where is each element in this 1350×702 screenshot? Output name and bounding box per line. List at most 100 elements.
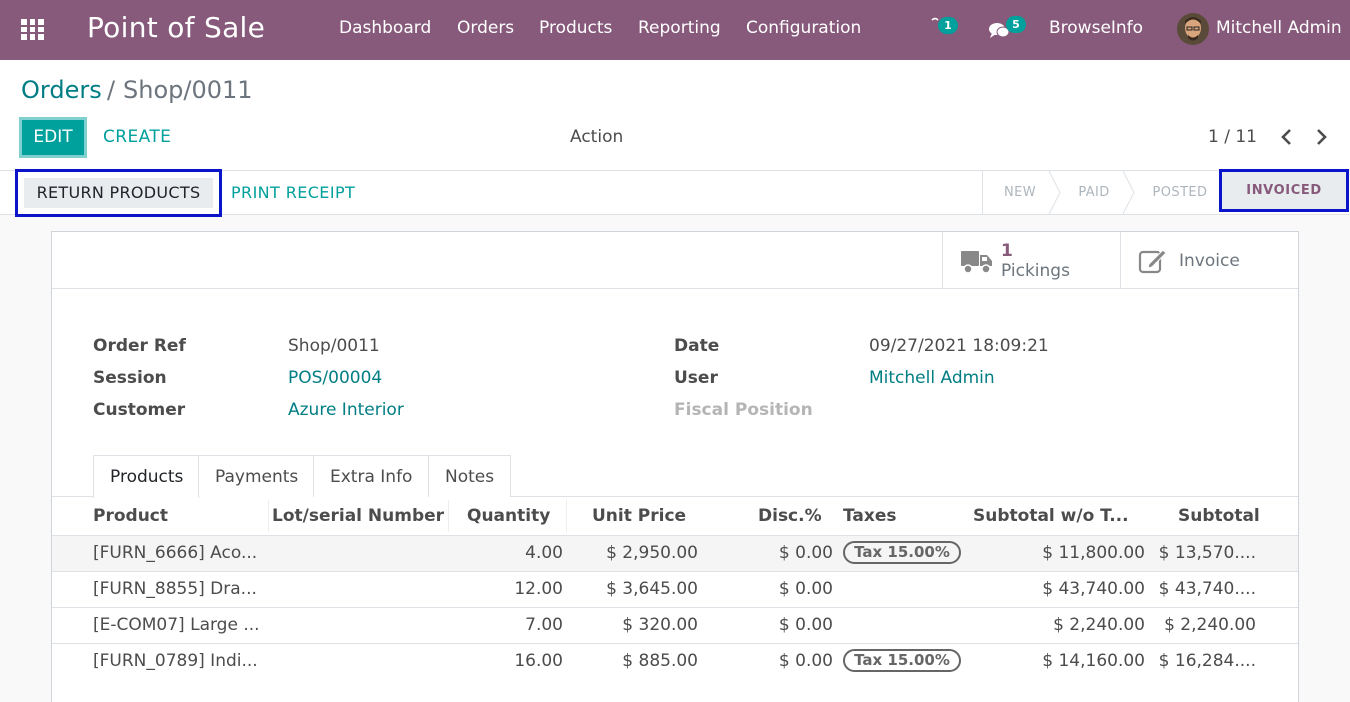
- session-label: Session: [93, 368, 167, 388]
- table-row[interactable]: [FURN_6666] Aco... 4.00 $ 2,950.00 $ 0.0…: [52, 535, 1298, 571]
- menu-products[interactable]: Products: [539, 18, 612, 38]
- cell-unit-price: $ 885.00: [622, 651, 698, 671]
- status-bar: RETURN PRODUCTS PRINT RECEIPT NEW PAID P…: [0, 169, 1350, 217]
- pager-previous-button[interactable]: [1277, 126, 1297, 148]
- cell-subtotal-wo-tax: $ 11,800.00: [1042, 543, 1145, 563]
- user-menu[interactable]: Mitchell Admin: [1216, 18, 1342, 38]
- cell-unit-price: $ 320.00: [622, 615, 698, 635]
- stage-paid[interactable]: PAID: [1062, 171, 1126, 214]
- customer-link[interactable]: Azure Interior: [288, 400, 404, 420]
- cell-discount: $ 0.00: [778, 579, 833, 599]
- cell-quantity: 4.00: [525, 543, 563, 563]
- messages-count-badge: 5: [1006, 16, 1026, 33]
- form-sheet: 1 Pickings Invoice Order Ref Shop/0011 S…: [51, 231, 1299, 702]
- activity-button[interactable]: 1: [930, 14, 966, 44]
- user-link[interactable]: Mitchell Admin: [869, 368, 995, 388]
- column-divider: [448, 500, 449, 532]
- column-header-subtotal-wo-tax[interactable]: Subtotal w/o T...: [973, 506, 1129, 526]
- cell-unit-price: $ 3,645.00: [606, 579, 698, 599]
- cell-product: [FURN_6666] Aco...: [93, 543, 258, 563]
- breadcrumb-separator: /: [107, 76, 116, 104]
- print-receipt-button[interactable]: PRINT RECEIPT: [231, 183, 355, 202]
- session-link[interactable]: POS/00004: [288, 368, 382, 388]
- action-dropdown[interactable]: Action: [570, 127, 623, 147]
- tab-extra-info[interactable]: Extra Info: [313, 455, 430, 497]
- return-products-button[interactable]: RETURN PRODUCTS: [15, 169, 222, 217]
- cell-product: [FURN_0789] Indi...: [93, 651, 258, 671]
- tax-tag: Tax 15.00%: [843, 541, 961, 564]
- app-brand[interactable]: Point of Sale: [87, 11, 265, 44]
- pickings-label: Pickings: [1001, 261, 1070, 281]
- company-switcher[interactable]: BrowseInfo: [1049, 18, 1143, 38]
- create-button[interactable]: CREATE: [103, 127, 171, 147]
- menu-reporting[interactable]: Reporting: [638, 18, 721, 38]
- edit-button[interactable]: EDIT: [19, 117, 87, 158]
- cell-subtotal-wo-tax: $ 2,240.00: [1053, 615, 1145, 635]
- column-header-unit-price[interactable]: Unit Price: [592, 506, 686, 526]
- cell-product: [E-COM07] Large ...: [93, 615, 260, 635]
- column-header-discount[interactable]: Disc.%: [758, 506, 822, 526]
- invoice-smart-button[interactable]: Invoice: [1120, 232, 1298, 288]
- tab-payments[interactable]: Payments: [198, 455, 316, 497]
- breadcrumb-orders[interactable]: Orders: [21, 76, 102, 104]
- pager-value[interactable]: 1 / 11: [1208, 127, 1257, 147]
- cell-subtotal: $ 16,284....: [1158, 651, 1256, 671]
- cell-unit-price: $ 2,950.00: [606, 543, 698, 563]
- column-header-product[interactable]: Product: [93, 506, 168, 526]
- invoice-label: Invoice: [1179, 251, 1240, 271]
- control-panel: Orders / Shop/0011 EDIT CREATE Action 1 …: [0, 60, 1350, 171]
- cell-discount: $ 0.00: [778, 651, 833, 671]
- truck-icon: [961, 251, 992, 274]
- column-header-taxes[interactable]: Taxes: [843, 506, 897, 526]
- avatar-image: [1177, 13, 1209, 45]
- chevron-right-icon: [1317, 129, 1327, 145]
- column-header-quantity[interactable]: Quantity: [467, 506, 550, 526]
- stage-new[interactable]: NEW: [990, 171, 1050, 214]
- menu-orders[interactable]: Orders: [457, 18, 514, 38]
- column-divider: [566, 500, 567, 532]
- table-row[interactable]: [FURN_0789] Indi... 16.00 $ 885.00 $ 0.0…: [52, 643, 1298, 679]
- stage-arrow-icon: [1122, 171, 1135, 214]
- cell-discount: $ 0.00: [778, 543, 833, 563]
- cell-quantity: 7.00: [525, 615, 563, 635]
- top-navbar: Point of Sale Dashboard Orders Products …: [0, 0, 1350, 60]
- cell-quantity: 12.00: [514, 579, 563, 599]
- cell-subtotal: $ 43,740....: [1158, 579, 1256, 599]
- fiscal-position-label: Fiscal Position: [674, 400, 813, 420]
- notebook-tabs: Products Payments Extra Info Notes: [52, 455, 1298, 498]
- pickings-smart-button[interactable]: 1 Pickings: [942, 232, 1120, 288]
- cell-subtotal: $ 2,240.00: [1164, 615, 1256, 635]
- statusbar-divider: [982, 171, 983, 214]
- stage-arrow-icon: [1048, 171, 1061, 214]
- tab-products[interactable]: Products: [93, 455, 201, 498]
- menu-dashboard[interactable]: Dashboard: [339, 18, 431, 38]
- messages-button[interactable]: 5: [988, 14, 1032, 44]
- apps-grid-icon[interactable]: [21, 19, 44, 40]
- cell-subtotal: $ 13,570....: [1158, 543, 1256, 563]
- breadcrumb-current: Shop/0011: [123, 76, 253, 104]
- stage-invoiced[interactable]: INVOICED: [1219, 169, 1349, 212]
- table-row[interactable]: [E-COM07] Large ... 7.00 $ 320.00 $ 0.00…: [52, 607, 1298, 643]
- table-row[interactable]: [FURN_8855] Dra... 12.00 $ 3,645.00 $ 0.…: [52, 571, 1298, 607]
- activity-count-badge: 1: [938, 17, 958, 34]
- edit-document-icon: [1138, 249, 1167, 274]
- column-header-lot[interactable]: Lot/serial Number: [272, 506, 444, 526]
- date-label: Date: [674, 336, 720, 356]
- tab-notes[interactable]: Notes: [428, 455, 512, 497]
- cell-discount: $ 0.00: [778, 615, 833, 635]
- user-label: User: [674, 368, 718, 388]
- user-avatar[interactable]: [1177, 13, 1209, 45]
- cell-subtotal-wo-tax: $ 43,740.00: [1042, 579, 1145, 599]
- pickings-count: 1: [1001, 241, 1013, 261]
- menu-configuration[interactable]: Configuration: [746, 18, 861, 38]
- stage-posted[interactable]: POSTED: [1140, 171, 1220, 214]
- column-divider: [268, 500, 269, 532]
- customer-label: Customer: [93, 400, 186, 420]
- pager-next-button[interactable]: [1312, 126, 1332, 148]
- chevron-left-icon: [1281, 129, 1291, 145]
- column-header-subtotal[interactable]: Subtotal: [1178, 506, 1260, 526]
- cell-product: [FURN_8855] Dra...: [93, 579, 257, 599]
- date-value: 09/27/2021 18:09:21: [869, 336, 1049, 356]
- return-products-label: RETURN PRODUCTS: [24, 178, 213, 208]
- order-ref-label: Order Ref: [93, 336, 186, 356]
